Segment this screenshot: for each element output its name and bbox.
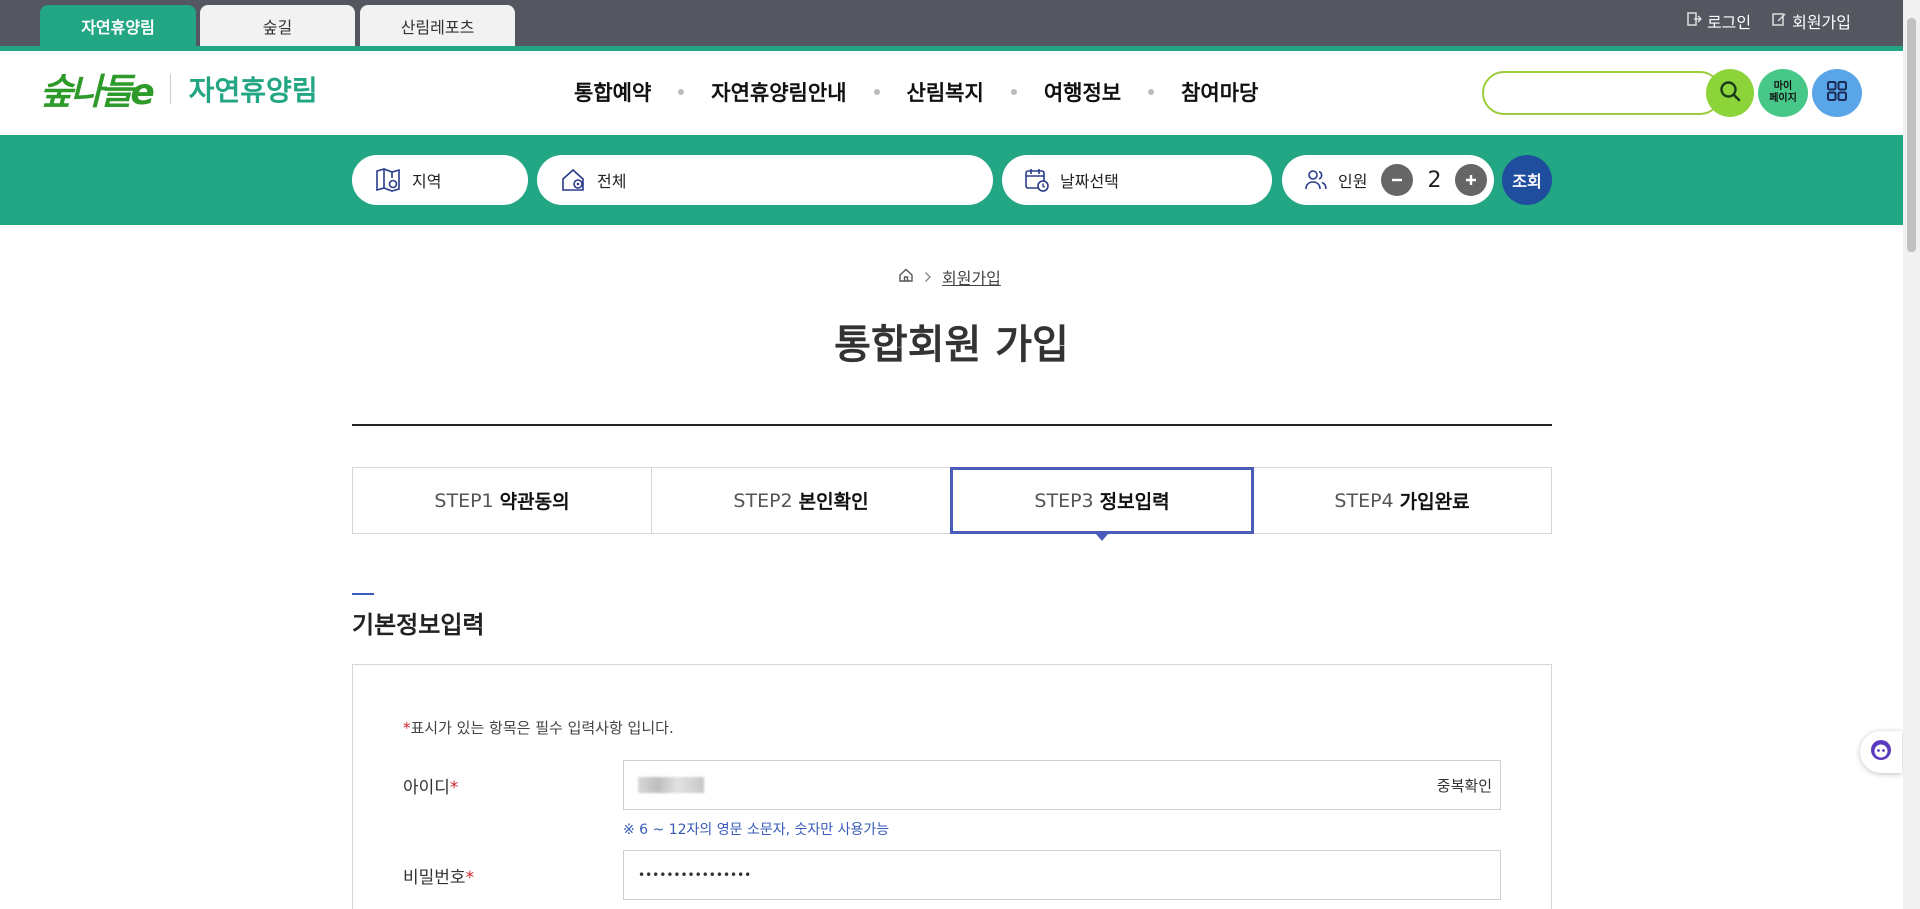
id-hint: ※ 6 ~ 12자의 영문 소문자, 숫자만 사용가능 — [623, 822, 890, 838]
login-link[interactable]: 로그인 — [1686, 9, 1751, 33]
step-name: 정보입력 — [1099, 491, 1170, 513]
nav-separator — [678, 89, 685, 95]
site-search-input[interactable] — [1482, 71, 1722, 115]
title-divider — [352, 424, 1552, 426]
calendar-icon — [1024, 167, 1050, 193]
step-name: 가입완료 — [1399, 491, 1470, 513]
all-menu-button[interactable] — [1812, 69, 1862, 117]
home-icon[interactable] — [898, 267, 914, 287]
search-button[interactable] — [1706, 69, 1754, 117]
chevron-right-icon — [924, 268, 932, 287]
breadcrumb: 회원가입 — [898, 265, 1001, 289]
nav-separator — [873, 89, 880, 95]
login-label: 로그인 — [1706, 13, 1752, 32]
nav-travel-info[interactable]: 여행정보 — [1044, 77, 1121, 107]
scrollbar-thumb[interactable] — [1907, 18, 1916, 252]
password-field[interactable]: •••••••••••••••• — [623, 850, 1501, 900]
signup-label: 회원가입 — [1792, 13, 1851, 32]
nav-forest-guide[interactable]: 자연휴양림안내 — [711, 77, 846, 107]
map-icon — [374, 166, 402, 194]
id-value-redacted — [638, 777, 704, 793]
section-accent-line — [352, 593, 374, 595]
tab-forest-trail[interactable]: 숲길 — [200, 5, 355, 46]
query-button[interactable]: 조회 — [1502, 155, 1552, 205]
required-star: * — [449, 778, 459, 798]
id-label: 아이디* — [403, 773, 458, 798]
login-icon — [1686, 11, 1702, 31]
nav-integrated-reservation[interactable]: 통합예약 — [574, 77, 651, 107]
decrease-people-button[interactable] — [1381, 164, 1414, 196]
people-icon — [1304, 168, 1328, 192]
step-3-current: STEP3 정보입력 — [950, 467, 1254, 541]
main-navigation: 통합예약 자연휴양림안내 산림복지 여행정보 참여마당 — [574, 77, 1258, 107]
mypage-label: 마이 페이지 — [1769, 81, 1797, 104]
step-number: STEP2 — [733, 489, 793, 512]
duplicate-check-button[interactable]: 중복확인 — [1437, 775, 1492, 796]
nav-separator — [1148, 89, 1155, 95]
step-2: STEP2 본인확인 — [652, 468, 951, 533]
date-placeholder: 날짜선택 — [1060, 172, 1119, 191]
step-number: STEP1 — [434, 489, 494, 512]
logo-divider — [169, 74, 171, 104]
site-header: 숲나들e 자연휴양림 통합예약 자연휴양림안내 산림복지 여행정보 참여마당 마… — [0, 51, 1903, 135]
signup-link[interactable]: 회원가입 — [1771, 9, 1851, 33]
grid-menu-icon — [1826, 80, 1848, 106]
signup-steps: STEP1 약관동의 STEP2 본인확인 STEP3 정보입력 STEP4 가… — [352, 467, 1552, 541]
people-selector: 인원 2 — [1282, 155, 1494, 205]
nav-participation[interactable]: 참여마당 — [1181, 77, 1258, 107]
tab-natural-forest[interactable]: 자연휴양림 — [40, 5, 196, 46]
active-step-arrow-icon — [1096, 534, 1108, 541]
tab-forest-sports[interactable]: 산림레포츠 — [360, 5, 515, 46]
nav-separator — [1010, 89, 1017, 95]
people-label: 인원 — [1338, 172, 1368, 191]
site-tab-bar: 자연휴양림 숲길 산림레포츠 로그인 회원가입 — [0, 0, 1903, 46]
step-4: STEP4 가입완료 — [1253, 468, 1551, 533]
required-star: * — [403, 719, 411, 737]
step-name: 약관동의 — [499, 491, 570, 513]
chatbot-button[interactable] — [1860, 731, 1902, 773]
basic-info-form: *표시가 있는 항목은 필수 입력사항 입니다. 아이디* 중복확인 ※ 6 ~… — [352, 664, 1552, 909]
utility-links: 로그인 회원가입 — [1686, 9, 1851, 33]
people-count: 2 — [1427, 167, 1442, 193]
home-location-icon — [559, 166, 587, 194]
breadcrumb-current[interactable]: 회원가입 — [942, 265, 1001, 289]
logo-text: 자연휴양림 — [188, 74, 318, 107]
increase-people-button[interactable] — [1455, 164, 1488, 196]
section-title: 기본정보입력 — [352, 611, 485, 639]
date-picker[interactable]: 날짜선택 — [1002, 155, 1272, 205]
logo-mark: 숲나들e — [40, 72, 155, 113]
region-select[interactable]: 지역 — [352, 155, 528, 205]
search-icon — [1719, 80, 1741, 106]
nav-forest-welfare[interactable]: 산림복지 — [907, 77, 984, 107]
plus-icon — [1466, 175, 1477, 185]
id-field[interactable]: 중복확인 — [623, 760, 1501, 810]
required-star: * — [465, 868, 475, 888]
edit-icon — [1771, 11, 1787, 31]
password-label-text: 비밀번호 — [403, 868, 466, 888]
id-label-text: 아이디 — [403, 778, 450, 798]
area-value: 전체 — [597, 172, 627, 191]
area-select[interactable]: 전체 — [537, 155, 993, 205]
chatbot-icon — [1869, 738, 1893, 766]
password-label: 비밀번호* — [403, 863, 474, 888]
minus-icon — [1392, 178, 1403, 182]
page-scrollbar[interactable] — [1903, 0, 1920, 909]
step-number: STEP4 — [1334, 489, 1394, 512]
step-1: STEP1 약관동의 — [353, 468, 652, 533]
password-value: •••••••••••••••• — [638, 868, 752, 882]
site-logo[interactable]: 숲나들e 자연휴양림 — [40, 63, 318, 115]
required-note: *표시가 있는 항목은 필수 입력사항 입니다. — [403, 717, 674, 738]
quick-search-bar: 지역 전체 날짜선택 인원 2 조회 — [0, 135, 1903, 225]
mypage-button[interactable]: 마이 페이지 — [1758, 69, 1808, 117]
step-name: 본인확인 — [798, 491, 869, 513]
required-note-text: 표시가 있는 항목은 필수 입력사항 입니다. — [410, 719, 674, 737]
region-label: 지역 — [412, 172, 442, 191]
page-title: 통합회원 가입 — [834, 322, 1069, 368]
step-number: STEP3 — [1034, 489, 1094, 512]
